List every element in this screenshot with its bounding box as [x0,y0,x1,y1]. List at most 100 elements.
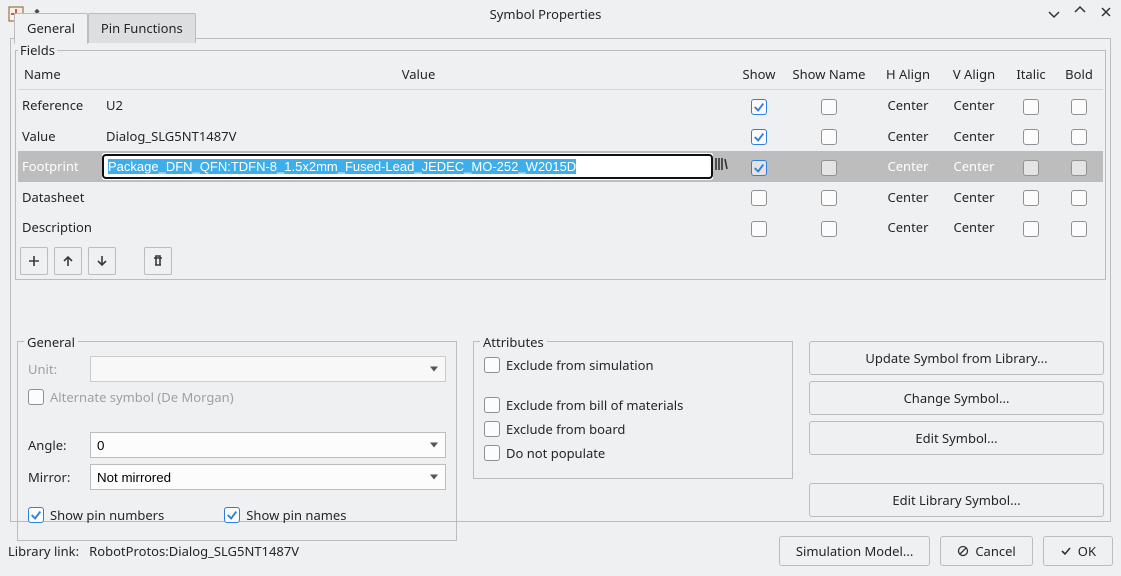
fields-group: Fields Name Value Show Show Name H Align… [15,41,1106,280]
table-row[interactable]: Datasheet CenterCenter [18,182,1103,213]
dnp-checkbox[interactable] [484,445,500,461]
move-down-button[interactable] [88,247,116,275]
tab-general[interactable]: General [14,13,88,44]
grid-checkbox[interactable] [1023,160,1039,176]
fields-table: Name Value Show Show Name H Align V Alig… [18,59,1103,243]
grid-halign[interactable]: Center [875,151,941,182]
library-link-label: Library link: [8,542,79,560]
library-link-value: RobotProtos:Dialog_SLG5NT1487V [89,542,299,560]
col-show[interactable]: Show [735,59,783,90]
grid-value[interactable]: Dialog_SLG5NT1487V [102,121,735,152]
col-bold[interactable]: Bold [1055,59,1103,90]
grid-checkbox[interactable] [821,129,837,145]
table-row[interactable]: Footprint CenterCenter [18,151,1103,182]
dnp-label: Do not populate [506,444,605,462]
grid-checkbox[interactable] [821,160,837,176]
show-pin-names-label: Show pin names [246,506,346,524]
exclude-bom-checkbox[interactable] [484,397,500,413]
col-name[interactable]: Name [18,59,102,90]
col-italic[interactable]: Italic [1007,59,1055,90]
grid-name[interactable]: Description [18,212,102,243]
attributes-legend: Attributes [480,333,547,351]
col-halign[interactable]: H Align [875,59,941,90]
grid-checkbox[interactable] [751,160,767,176]
ok-button[interactable]: OK [1043,536,1113,566]
unit-select [90,356,446,382]
grid-name[interactable]: Datasheet [18,182,102,213]
grid-valign[interactable]: Center [941,90,1007,121]
grid-name[interactable]: Footprint [18,151,102,182]
grid-checkbox[interactable] [1071,129,1087,145]
show-pin-numbers-checkbox[interactable] [28,507,44,523]
table-row[interactable]: ReferenceU2 CenterCenter [18,90,1103,121]
grid-value[interactable]: U2 [102,90,735,121]
col-show-name[interactable]: Show Name [783,59,875,90]
grid-halign[interactable]: Center [875,121,941,152]
delete-field-button[interactable] [144,247,172,275]
alt-symbol-label: Alternate symbol (De Morgan) [50,388,234,406]
library-browse-icon[interactable] [713,158,729,176]
simulation-model-button[interactable]: Simulation Model... [779,536,930,566]
angle-select[interactable]: 0 [90,432,446,458]
table-row[interactable]: Description CenterCenter [18,212,1103,243]
grid-checkbox[interactable] [821,99,837,115]
grid-checkbox[interactable] [1023,221,1039,237]
footprint-value-input[interactable] [102,154,713,179]
grid-checkbox[interactable] [1023,99,1039,115]
grid-valign[interactable]: Center [941,151,1007,182]
unit-label: Unit: [28,360,80,378]
grid-checkbox[interactable] [751,221,767,237]
exclude-sim-label: Exclude from simulation [506,356,654,374]
grid-checkbox[interactable] [821,221,837,237]
exclude-board-label: Exclude from board [506,420,625,438]
edit-library-symbol-button[interactable]: Edit Library Symbol... [809,483,1104,517]
exclude-sim-checkbox[interactable] [484,357,500,373]
grid-checkbox[interactable] [1071,99,1087,115]
tab-pin-functions[interactable]: Pin Functions [88,13,196,43]
ok-icon [1060,545,1072,557]
show-pin-numbers-label: Show pin numbers [50,506,164,524]
grid-checkbox[interactable] [1071,221,1087,237]
mirror-label: Mirror: [28,468,80,486]
grid-checkbox[interactable] [751,99,767,115]
col-valign[interactable]: V Align [941,59,1007,90]
grid-valign[interactable]: Center [941,212,1007,243]
grid-valign[interactable]: Center [941,182,1007,213]
grid-checkbox[interactable] [751,129,767,145]
grid-checkbox[interactable] [1023,129,1039,145]
alt-symbol-checkbox [28,389,44,405]
cancel-label: Cancel [975,542,1015,560]
grid-halign[interactable]: Center [875,212,941,243]
update-symbol-button[interactable]: Update Symbol from Library... [809,341,1104,375]
exclude-board-checkbox[interactable] [484,421,500,437]
ok-label: OK [1078,542,1096,560]
grid-name[interactable]: Reference [18,90,102,121]
move-up-button[interactable] [54,247,82,275]
cancel-icon [957,545,969,557]
grid-checkbox[interactable] [1023,190,1039,206]
grid-valign[interactable]: Center [941,121,1007,152]
grid-checkbox[interactable] [1071,190,1087,206]
grid-checkbox[interactable] [821,190,837,206]
minimize-icon[interactable] [1047,5,1061,23]
grid-checkbox[interactable] [751,190,767,206]
grid-checkbox[interactable] [1071,160,1087,176]
cancel-button[interactable]: Cancel [940,536,1032,566]
edit-symbol-button[interactable]: Edit Symbol... [809,421,1104,455]
grid-value[interactable] [102,212,735,243]
mirror-select[interactable]: Not mirrored [90,464,446,490]
change-symbol-button[interactable]: Change Symbol... [809,381,1104,415]
exclude-bom-label: Exclude from bill of materials [506,396,683,414]
show-pin-names-checkbox[interactable] [224,507,240,523]
grid-halign[interactable]: Center [875,182,941,213]
grid-name[interactable]: Value [18,121,102,152]
table-row[interactable]: ValueDialog_SLG5NT1487V CenterCenter [18,121,1103,152]
general-legend: General [24,333,78,351]
grid-value[interactable] [102,182,735,213]
add-field-button[interactable] [20,247,48,275]
angle-label: Angle: [28,436,80,454]
col-value[interactable]: Value [102,59,735,90]
grid-halign[interactable]: Center [875,90,941,121]
maximize-icon[interactable] [1073,5,1087,23]
close-icon[interactable] [1099,5,1113,23]
